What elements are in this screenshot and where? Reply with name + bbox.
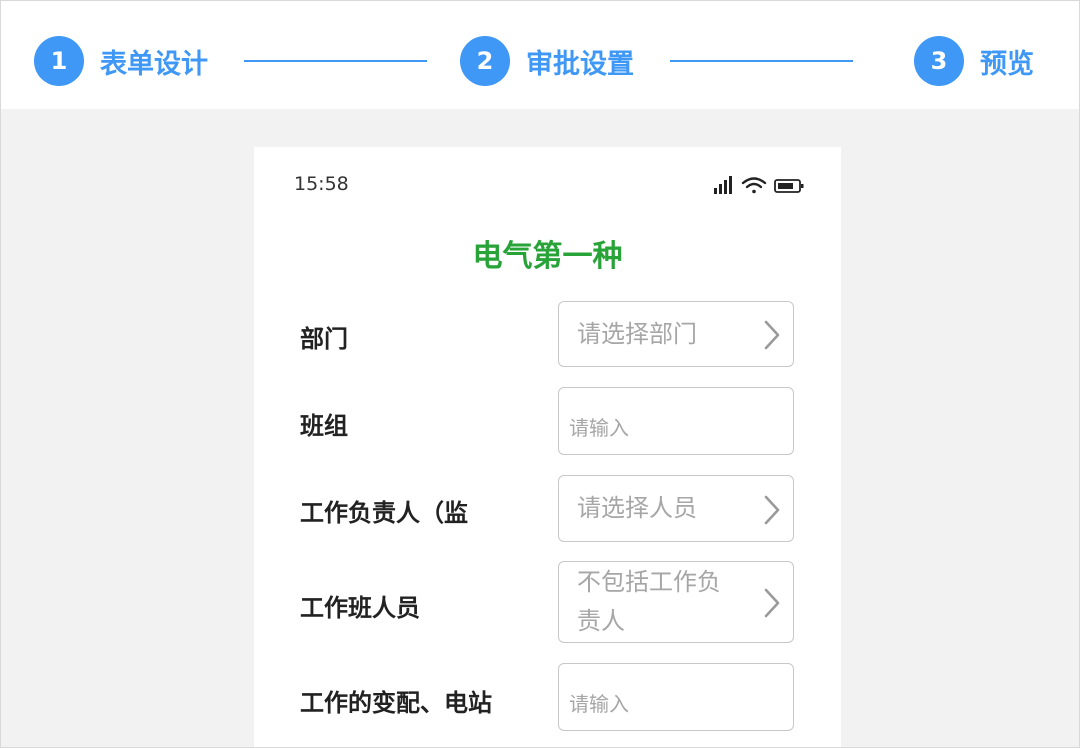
step-approval-settings[interactable]: 2 审批设置	[460, 35, 634, 87]
signal-icon	[714, 176, 732, 194]
field-label-department: 部门	[300, 325, 348, 353]
team-input[interactable]: 请输入	[558, 387, 794, 455]
field-label-work-crew: 工作班人员	[300, 594, 420, 622]
substation-placeholder: 请输入	[569, 692, 629, 716]
form-title: 电气第一种	[472, 239, 623, 274]
step-number: 2	[460, 36, 510, 86]
battery-icon	[774, 179, 804, 193]
department-placeholder: 请选择部门	[577, 320, 697, 348]
status-icons	[714, 176, 804, 194]
work-leader-placeholder: 请选择人员	[577, 494, 697, 522]
field-label-team: 班组	[300, 412, 348, 440]
step-connector	[670, 60, 853, 62]
chevron-right-icon	[764, 495, 780, 525]
step-connector	[244, 60, 427, 62]
wifi-icon	[741, 177, 767, 194]
work-crew-placeholder-line1: 不包括工作负	[577, 568, 721, 596]
field-label-substation: 工作的变配、电站	[300, 689, 492, 717]
step-number: 1	[34, 36, 84, 86]
step-label: 预览	[980, 48, 1034, 80]
step-form-design[interactable]: 1 表单设计	[34, 35, 208, 87]
work-leader-select[interactable]: 请选择人员	[558, 475, 794, 542]
chevron-right-icon	[764, 320, 780, 350]
team-placeholder: 请输入	[569, 416, 629, 440]
work-crew-placeholder-line2: 责人	[577, 607, 625, 635]
field-label-work-leader: 工作负责人（监	[300, 499, 468, 527]
step-label: 表单设计	[100, 48, 208, 80]
phone-preview: 15:58 电气第一种 部门 请选择部门 班组 请输入 工作负责人（监 请选择人…	[254, 147, 841, 747]
preview-frame: 1 表单设计 2 审批设置 3 预览 15:58 电气第一种 部门 请选择部门 …	[0, 0, 1080, 748]
step-label: 审批设置	[526, 48, 634, 80]
status-time: 15:58	[294, 173, 349, 195]
step-number: 3	[914, 36, 964, 86]
department-select[interactable]: 请选择部门	[558, 301, 794, 367]
work-crew-select[interactable]: 不包括工作负 责人	[558, 561, 794, 643]
substation-input[interactable]: 请输入	[558, 663, 794, 731]
stepper: 1 表单设计 2 审批设置 3 预览	[1, 1, 1079, 109]
step-preview[interactable]: 3 预览	[914, 35, 1034, 87]
chevron-right-icon	[764, 588, 780, 618]
